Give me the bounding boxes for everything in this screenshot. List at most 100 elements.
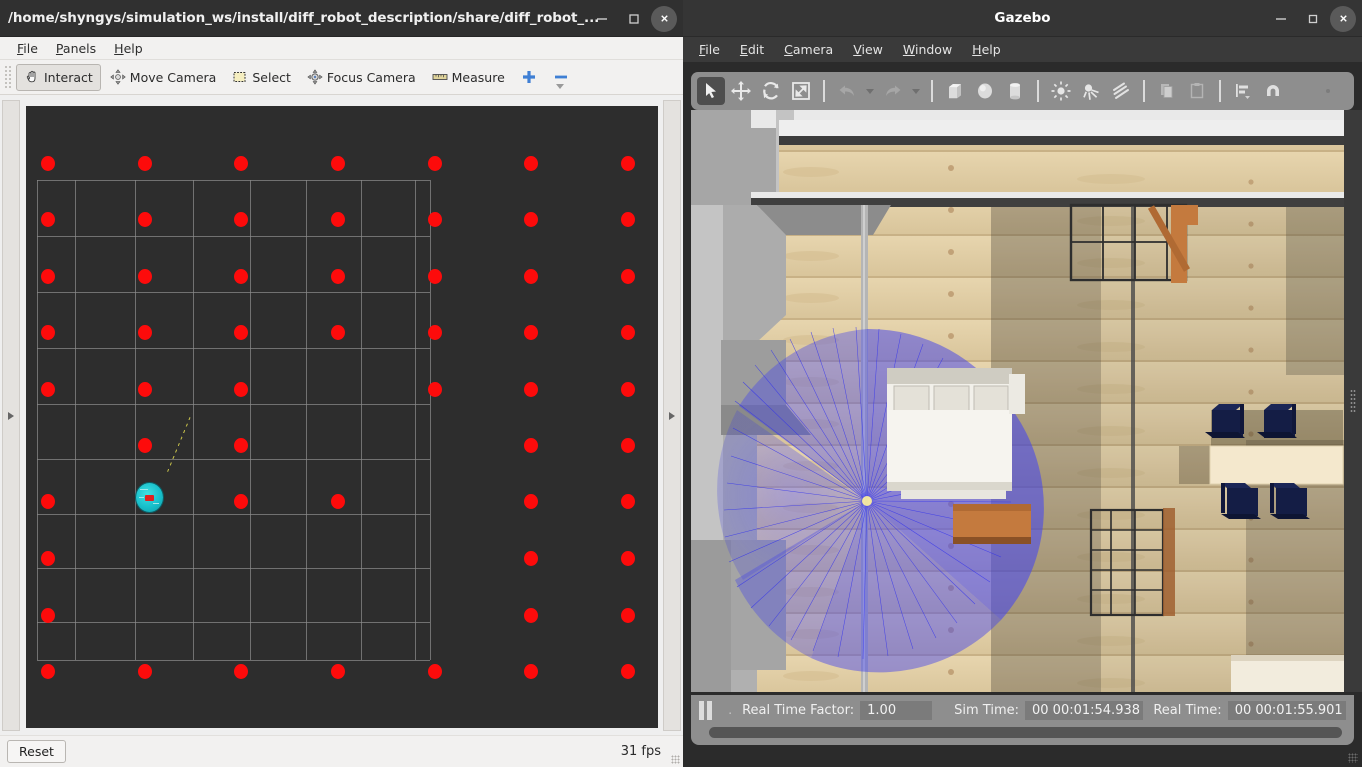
obstacle-marker: [621, 212, 635, 227]
tool-focus-camera-button[interactable]: Focus Camera: [300, 64, 423, 91]
plus-icon: [522, 71, 535, 83]
point-light-button[interactable]: [1047, 77, 1075, 105]
rviz-3d-viewport[interactable]: [26, 106, 658, 728]
snap-button[interactable]: [1259, 77, 1287, 105]
toolbar-separator: [1143, 80, 1145, 102]
robot-marker[interactable]: [136, 483, 163, 512]
menu-panels-rest: anels: [62, 40, 97, 56]
undo-dropdown-caret-icon[interactable]: [866, 88, 874, 94]
scale-button[interactable]: [787, 77, 815, 105]
cabinet: [953, 504, 1031, 544]
sim-time-value: 00 00:01:54.938: [1025, 700, 1144, 720]
menu-file-rest: ile: [23, 40, 38, 56]
redo-button[interactable]: [879, 77, 907, 105]
robot-tick: [139, 497, 144, 498]
real-time-value: 00 00:01:55.901: [1227, 700, 1347, 720]
toolbar-drag-handle[interactable]: [4, 65, 12, 89]
tool-select-button[interactable]: Select: [225, 64, 298, 91]
obstacle-marker: [524, 156, 538, 171]
grid-line-vertical: [430, 180, 431, 660]
minimize-icon[interactable]: [1266, 4, 1296, 34]
gazebo-footer: [683, 745, 1362, 767]
toolbar-overflow-caret-icon[interactable]: [556, 84, 564, 89]
reset-button[interactable]: Reset: [7, 740, 66, 763]
real-time-label: Real Time:: [1153, 702, 1222, 718]
focus-camera-icon: [307, 69, 323, 85]
obstacle-marker: [41, 212, 55, 227]
obstacle-marker: [621, 382, 635, 397]
tool-measure-button[interactable]: Measure: [425, 64, 512, 91]
gz-menu-help[interactable]: Help: [962, 40, 1011, 59]
directional-light-button[interactable]: [1107, 77, 1135, 105]
close-icon[interactable]: [651, 5, 677, 32]
rviz-window-title: /home/shyngys/simulation_ws/install/diff…: [8, 10, 600, 26]
gazebo-right-drag-strip[interactable]: [1344, 110, 1362, 692]
spot-light-icon: [1083, 84, 1099, 100]
rviz-toolbar: Interact Move Camera Select Focus Camera…: [0, 60, 683, 95]
gazebo-timeline-scrollbar[interactable]: [709, 727, 1342, 738]
obstacle-marker: [234, 664, 248, 679]
gz-menu-window[interactable]: Window: [893, 40, 962, 59]
insert-box-button[interactable]: [941, 77, 969, 105]
insert-sphere-button[interactable]: [971, 77, 999, 105]
gazebo-window: Gazebo File Edit Camera View Window Help: [683, 0, 1362, 767]
redo-icon: [886, 85, 901, 96]
rviz-statusbar: Reset 31 fps: [0, 735, 683, 767]
arrow-select-button[interactable]: [697, 77, 725, 105]
obstacle-marker: [331, 269, 345, 284]
grid-line-horizontal: [37, 568, 430, 569]
cylinder-icon: [1010, 83, 1020, 100]
toolbar-separator: [823, 80, 825, 102]
tool-interact-button[interactable]: Interact: [16, 63, 101, 91]
maximize-icon[interactable]: [1298, 4, 1328, 34]
grid-line-vertical: [361, 180, 362, 660]
copy-button[interactable]: [1153, 77, 1181, 105]
translate-button[interactable]: [727, 77, 755, 105]
pause-button[interactable]: [699, 699, 720, 721]
obstacle-marker: [41, 382, 55, 397]
fps-label: 31 fps: [620, 744, 661, 759]
minimize-icon[interactable]: [587, 4, 617, 34]
menu-file[interactable]: File: [8, 39, 47, 58]
tool-move-camera-button[interactable]: Move Camera: [103, 64, 224, 91]
gz-menu-view[interactable]: View: [843, 40, 893, 59]
laser-ray-indicator: [167, 413, 192, 472]
menu-panels[interactable]: Panels: [47, 39, 105, 58]
menu-help[interactable]: Help: [105, 39, 152, 58]
gazebo-3d-viewport[interactable]: [691, 110, 1354, 692]
gz-menu-edit[interactable]: Edit: [730, 40, 774, 59]
obstacle-marker: [621, 664, 635, 679]
tool-interact-label: Interact: [44, 69, 93, 85]
pause-icon-bar-right: [707, 700, 712, 720]
right-panel-expand-handle[interactable]: [663, 100, 681, 731]
obstacle-marker: [138, 212, 152, 227]
gz-menu-camera[interactable]: Camera: [774, 40, 843, 59]
spot-light-button[interactable]: [1077, 77, 1105, 105]
gz-menu-file[interactable]: File: [689, 40, 730, 59]
redo-dropdown-caret-icon[interactable]: [912, 88, 920, 94]
obstacle-marker: [428, 212, 442, 227]
gazebo-window-controls: [1266, 0, 1356, 37]
resize-grip[interactable]: [671, 755, 680, 764]
obstacle-marker: [41, 551, 55, 566]
rotate-button[interactable]: [757, 77, 785, 105]
scale-icon: [792, 82, 810, 100]
obstacle-marker: [524, 438, 538, 453]
toolbar-overflow-icon[interactable]: [1326, 89, 1330, 93]
pause-icon-bar-left: [699, 700, 704, 720]
undo-button[interactable]: [833, 77, 861, 105]
obstacle-marker: [234, 382, 248, 397]
toolbar-separator: [1219, 80, 1221, 102]
insert-cylinder-button[interactable]: [1001, 77, 1029, 105]
resize-grip[interactable]: [1348, 753, 1358, 763]
close-icon[interactable]: [1330, 5, 1356, 32]
obstacle-marker: [524, 608, 538, 623]
paste-button[interactable]: [1183, 77, 1211, 105]
maximize-icon[interactable]: [619, 4, 649, 34]
paste-icon: [1190, 83, 1204, 99]
align-button[interactable]: [1229, 77, 1257, 105]
obstacle-marker: [138, 382, 152, 397]
left-panel-expand-handle[interactable]: [2, 100, 20, 731]
tool-add-button[interactable]: [514, 64, 544, 91]
grid-line-vertical: [75, 180, 76, 660]
